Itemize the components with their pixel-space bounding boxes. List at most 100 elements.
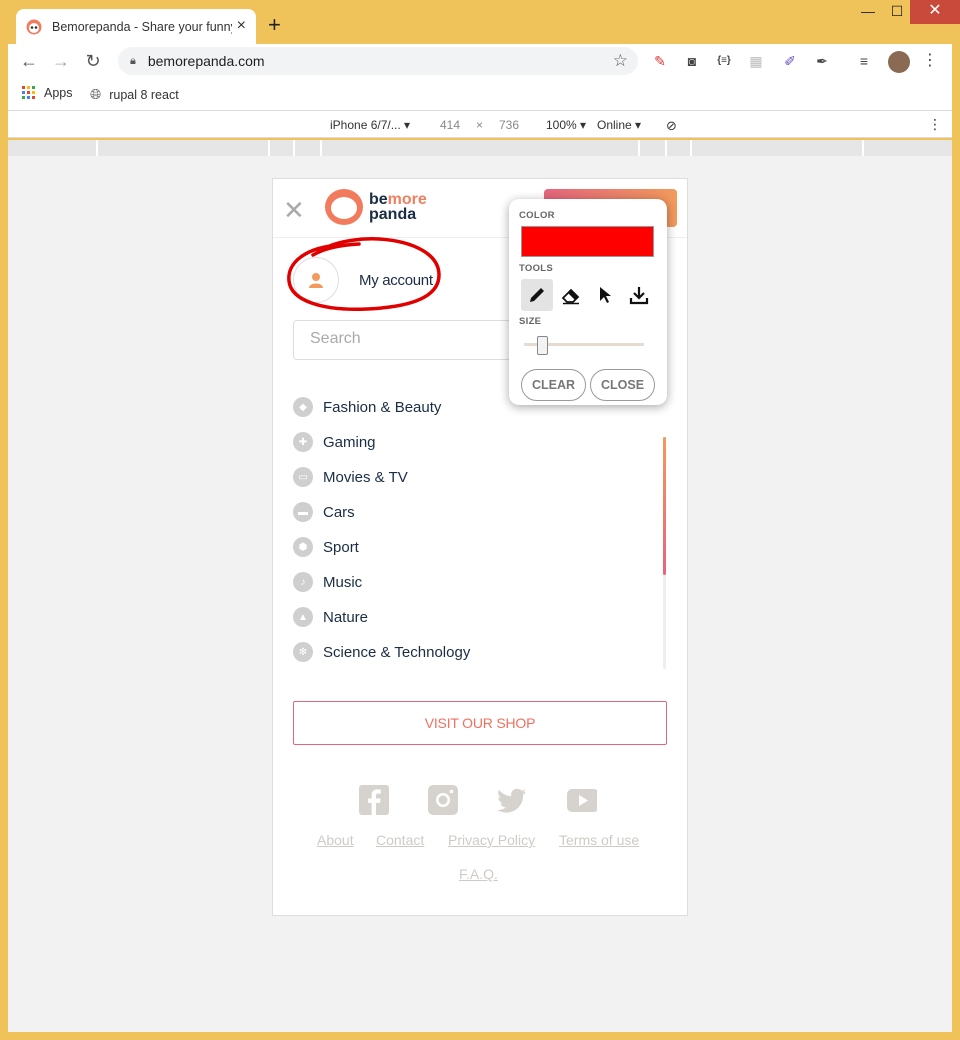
ruler-tick [96,140,98,156]
json-extension-icon[interactable]: {≡} [714,51,734,71]
category-label: Music [323,573,363,591]
minimize-button[interactable]: — [853,0,883,24]
profile-avatar[interactable] [888,51,910,73]
color-swatch[interactable] [521,226,654,257]
ruler-tick [665,140,667,156]
category-label: Gaming [323,433,376,451]
tab-strip: Bemorepanda - Share your funny × + — ☐ ✕ [0,0,960,44]
pencil-tool-button[interactable] [521,279,553,311]
reload-icon[interactable]: ↻ [82,50,104,72]
panda-favicon-icon [26,19,42,34]
browser-menu-icon[interactable]: ⋮ [920,51,940,71]
bookmarks-bar: Apps 🌐︎ rupal 8 react [8,78,952,110]
search-input[interactable]: Search [293,320,525,360]
device-name: iPhone 6/7/... [330,118,401,132]
ruler-tick [862,140,864,156]
apps-grid-icon [22,86,35,99]
color-label: COLOR [519,210,555,221]
eraser-tool-button[interactable] [555,279,587,311]
category-scrollbar-thumb[interactable] [663,437,666,575]
forward-arrow-icon[interactable]: → [50,50,72,72]
footer-link-privacy[interactable]: Privacy Policy [448,832,535,848]
device-emulation-bar: iPhone 6/7/... ▾ 414 × 736 100% ▾ Online… [8,110,952,138]
new-tab-button[interactable]: + [268,13,281,37]
draw-widget-panel: COLOR TOOLS SIZE CLEAR CLOSE [509,199,667,405]
logo-panda: panda [369,206,417,223]
media-control-icon[interactable]: ≡ [854,51,874,71]
category-label: Fashion & Beauty [323,398,442,416]
close-widget-button[interactable]: CLOSE [590,369,655,401]
eyedropper-extension-icon[interactable]: ✐ [780,51,800,71]
instagram-icon[interactable] [428,785,458,815]
camera-extension-icon[interactable]: ◙ [682,51,702,71]
category-label: Cars [323,503,355,521]
zoom-select[interactable]: 100% ▾ [546,118,586,132]
car-icon: ▬ [293,502,313,522]
menu-close-icon[interactable]: ✕ [283,197,305,223]
device-select[interactable]: iPhone 6/7/... ▾ [330,118,410,132]
rotate-icon[interactable]: ⊘ [666,118,677,134]
category-item[interactable]: ⬢ Sport [293,537,633,557]
youtube-icon[interactable] [567,785,597,815]
size-slider-handle[interactable] [537,336,548,355]
category-label: Science & Technology [323,643,471,661]
devbar-menu-icon[interactable]: ⋮ [928,116,942,133]
ruler-tick [638,140,640,156]
eraser-icon [561,288,580,305]
category-label: Nature [323,608,369,626]
zoom-value: 100% [546,118,577,132]
gamepad-icon: ✚ [293,432,313,452]
twitter-icon[interactable] [497,785,527,815]
feather-extension-icon[interactable]: ✒ [812,51,832,71]
facebook-icon[interactable] [359,785,389,815]
soccer-ball-icon: ⬢ [293,537,313,557]
panda-logo-icon [325,189,363,225]
address-bar[interactable]: 🔒︎ bemorepanda.com ☆ [118,47,638,75]
download-tool-button[interactable] [623,279,655,311]
ruler-tick [320,140,322,156]
bookmark-label: rupal 8 react [109,87,179,102]
site-logo[interactable]: bemore panda [325,189,427,225]
category-item[interactable]: ♪ Music [293,572,633,592]
browser-toolbar: ← → ↻ 🔒︎ bemorepanda.com ☆ ✎ ◙ {≡} ▦ ✐ ✒… [8,44,952,78]
footer-link-terms[interactable]: Terms of use [559,832,639,848]
footer-link-contact[interactable]: Contact [376,832,424,848]
diamond-icon: ◆ [293,397,313,417]
tab-close-icon[interactable]: × [237,18,246,34]
bookmark-rupal[interactable]: 🌐︎ rupal 8 react [90,86,179,103]
browser-window: Bemorepanda - Share your funny × + — ☐ ✕… [0,0,960,1040]
close-window-button[interactable]: ✕ [910,0,960,24]
tools-label: TOOLS [519,263,554,274]
dimension-separator: × [476,118,484,132]
browser-tab[interactable]: Bemorepanda - Share your funny × [16,9,256,44]
back-arrow-icon[interactable]: ← [18,50,40,72]
height-input[interactable]: 736 [499,118,519,132]
clear-button[interactable]: CLEAR [521,369,586,401]
width-input[interactable]: 414 [440,118,460,132]
category-item[interactable]: ▬ Cars [293,502,633,522]
tab-title: Bemorepanda - Share your funny [52,19,232,34]
pen-extension-icon[interactable]: ✎ [650,51,670,71]
pointer-icon [600,287,611,303]
category-item[interactable]: ▭ Movies & TV [293,467,633,487]
ruler-tick [293,140,295,156]
pointer-tool-button[interactable] [589,279,621,311]
category-item[interactable]: ▲ Nature [293,607,633,627]
category-item[interactable]: ✚ Gaming [293,432,633,452]
bookmark-apps[interactable]: Apps [22,86,73,100]
pencil-icon [530,288,544,302]
category-item[interactable]: ✻ Science & Technology [293,642,633,662]
grid-extension-icon[interactable]: ▦ [746,51,766,71]
globe-icon: 🌐︎ [90,86,102,102]
mountain-icon: ▲ [293,607,313,627]
visit-shop-button[interactable]: VISIT OUR SHOP [293,701,667,745]
logo-wordmark: bemore panda [369,192,427,223]
footer-link-faq[interactable]: F.A.Q. [459,866,498,882]
maximize-button[interactable]: ☐ [882,0,912,24]
size-label: SIZE [519,316,542,327]
network-select[interactable]: Online ▾ [597,118,641,132]
category-label: Sport [323,538,359,556]
music-note-icon: ♪ [293,572,313,592]
footer-link-about[interactable]: About [317,832,354,848]
bookmark-star-icon[interactable]: ☆ [613,51,628,71]
